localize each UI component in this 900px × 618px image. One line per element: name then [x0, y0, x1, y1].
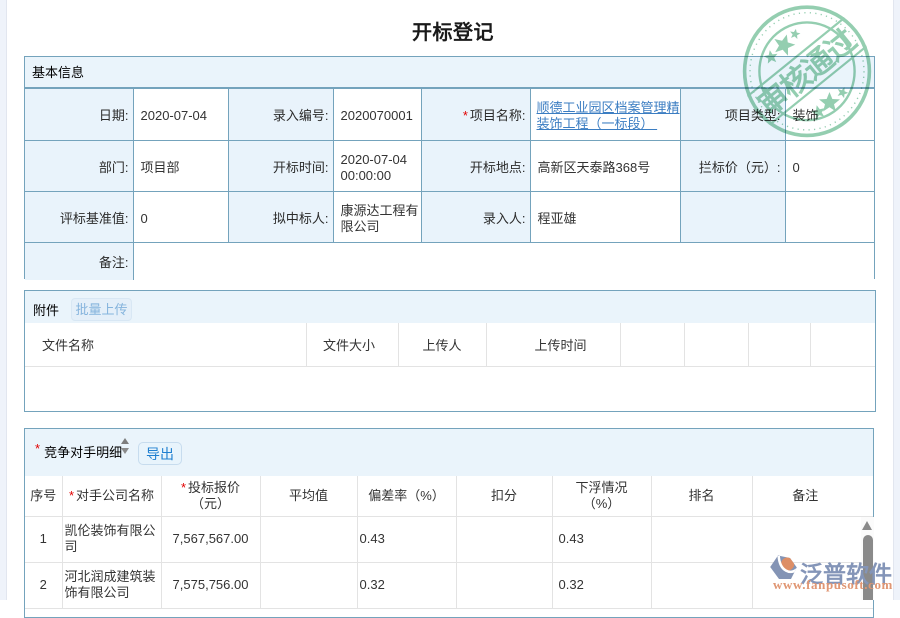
- svg-text:审核通过: 审核通过: [751, 23, 863, 123]
